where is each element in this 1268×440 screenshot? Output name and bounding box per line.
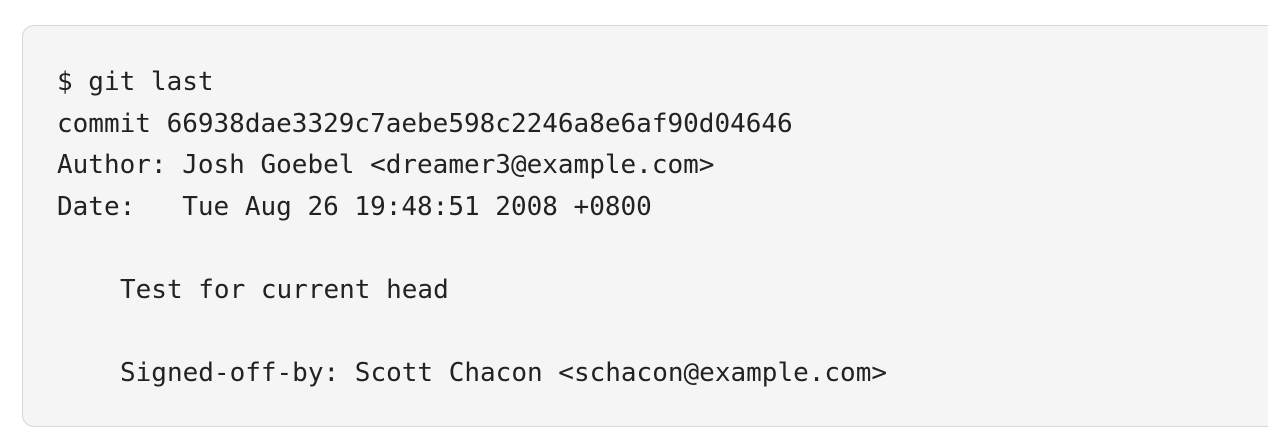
date-line: Date: Tue Aug 26 19:48:51 2008 +0800 xyxy=(57,191,652,222)
commit-hash-line: commit 66938dae3329c7aebe598c2246a8e6af9… xyxy=(57,108,793,139)
author-line: Author: Josh Goebel <dreamer3@example.co… xyxy=(57,150,715,181)
terminal-output: $ git last commit 66938dae3329c7aebe598c2… xyxy=(57,62,887,395)
commit-message-line: Test for current head xyxy=(120,274,449,305)
signed-off-line: Signed-off-by: Scott Chacon <schacon@exa… xyxy=(120,358,888,389)
command-line: $ git last xyxy=(57,67,214,97)
code-block: $ git last commit 66938dae3329c7aebe598c2… xyxy=(22,25,1268,427)
